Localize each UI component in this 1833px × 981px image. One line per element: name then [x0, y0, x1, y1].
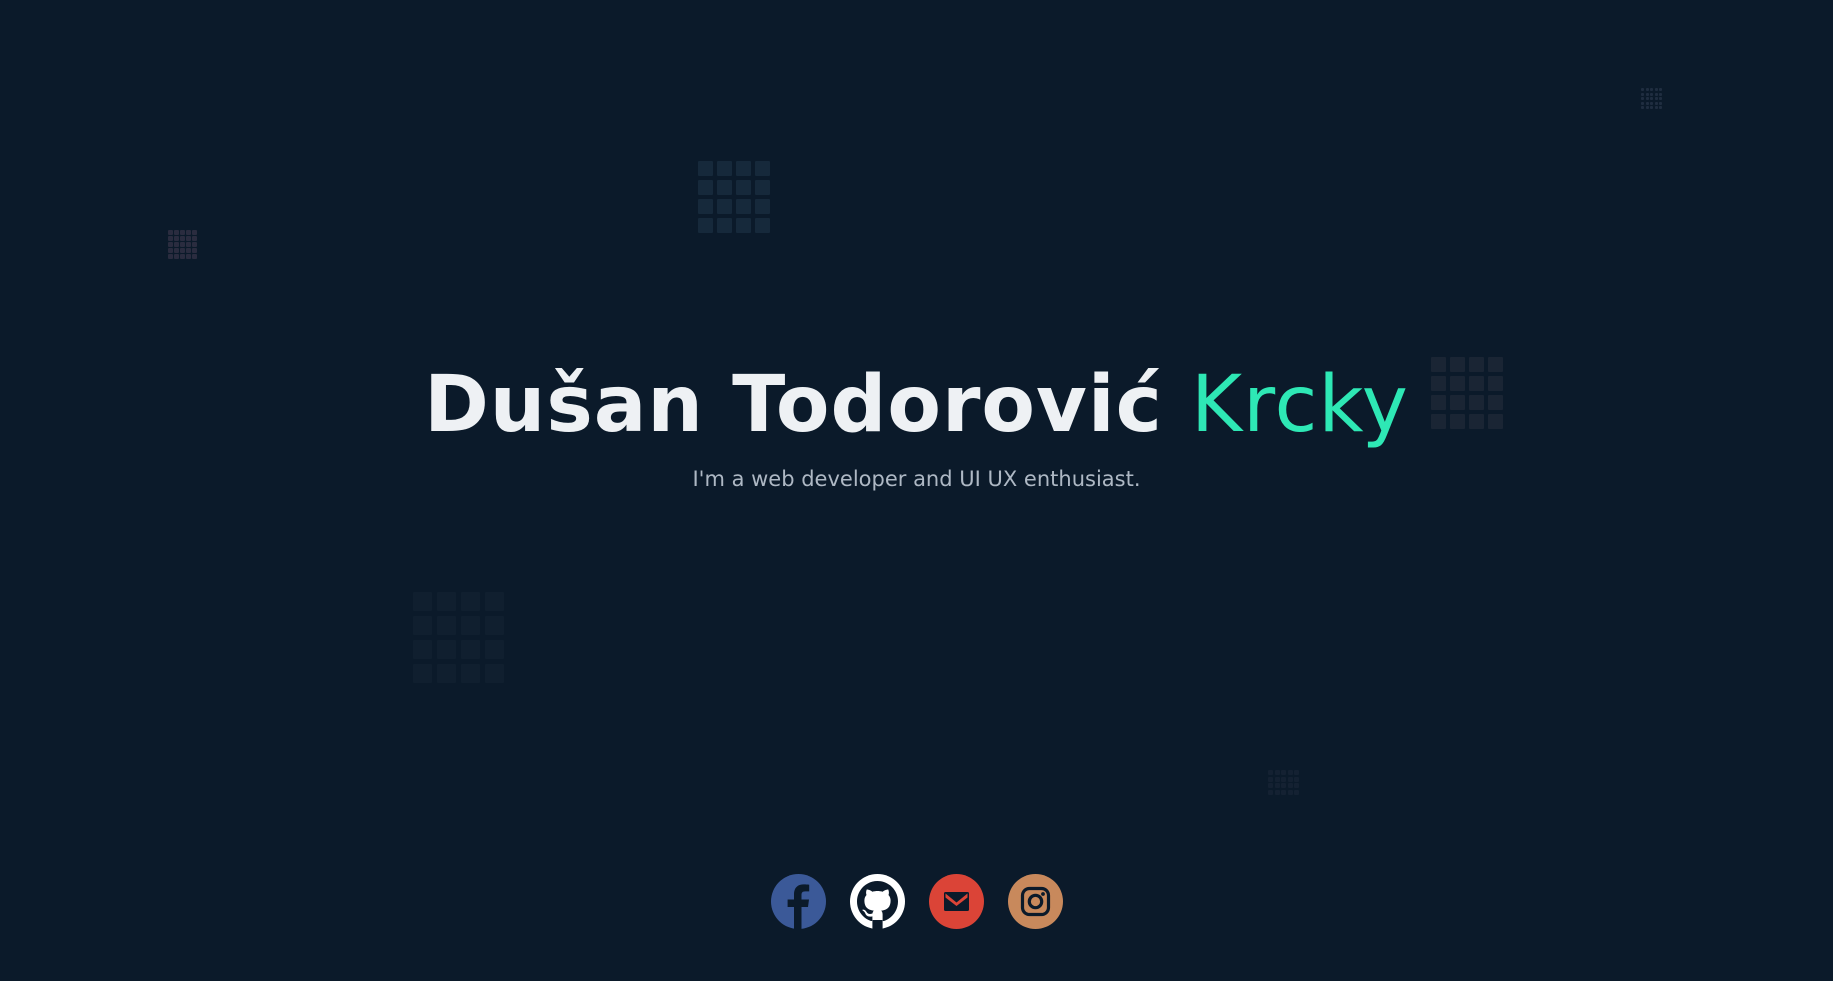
instagram-icon: [1020, 886, 1050, 917]
hero-section: Dušan Todorović Krcky I'm a web develope…: [0, 355, 1833, 491]
nickname-text: Krcky: [1190, 360, 1409, 450]
tagline: I'm a web developer and UI UX enthusiast…: [692, 467, 1141, 491]
decorative-dot-grid: [168, 230, 197, 259]
facebook-icon: [787, 884, 809, 929]
gmail-icon: [943, 892, 969, 911]
decorative-dot-grid: [413, 592, 504, 683]
instagram-link[interactable]: [1007, 874, 1063, 929]
decorative-dot-grid: [1641, 88, 1662, 109]
decorative-dot-grid: [698, 161, 770, 233]
decorative-dot-grid: [1268, 770, 1299, 795]
landing-page: Dušan Todorović Krcky I'm a web develope…: [0, 0, 1833, 981]
name-text: Dušan Todorović: [424, 360, 1163, 450]
github-link[interactable]: [849, 874, 905, 929]
github-icon: [856, 881, 898, 929]
social-links: [0, 874, 1833, 929]
facebook-link[interactable]: [770, 874, 826, 929]
email-link[interactable]: [928, 874, 984, 929]
page-title: Dušan Todorović Krcky: [0, 355, 1833, 455]
